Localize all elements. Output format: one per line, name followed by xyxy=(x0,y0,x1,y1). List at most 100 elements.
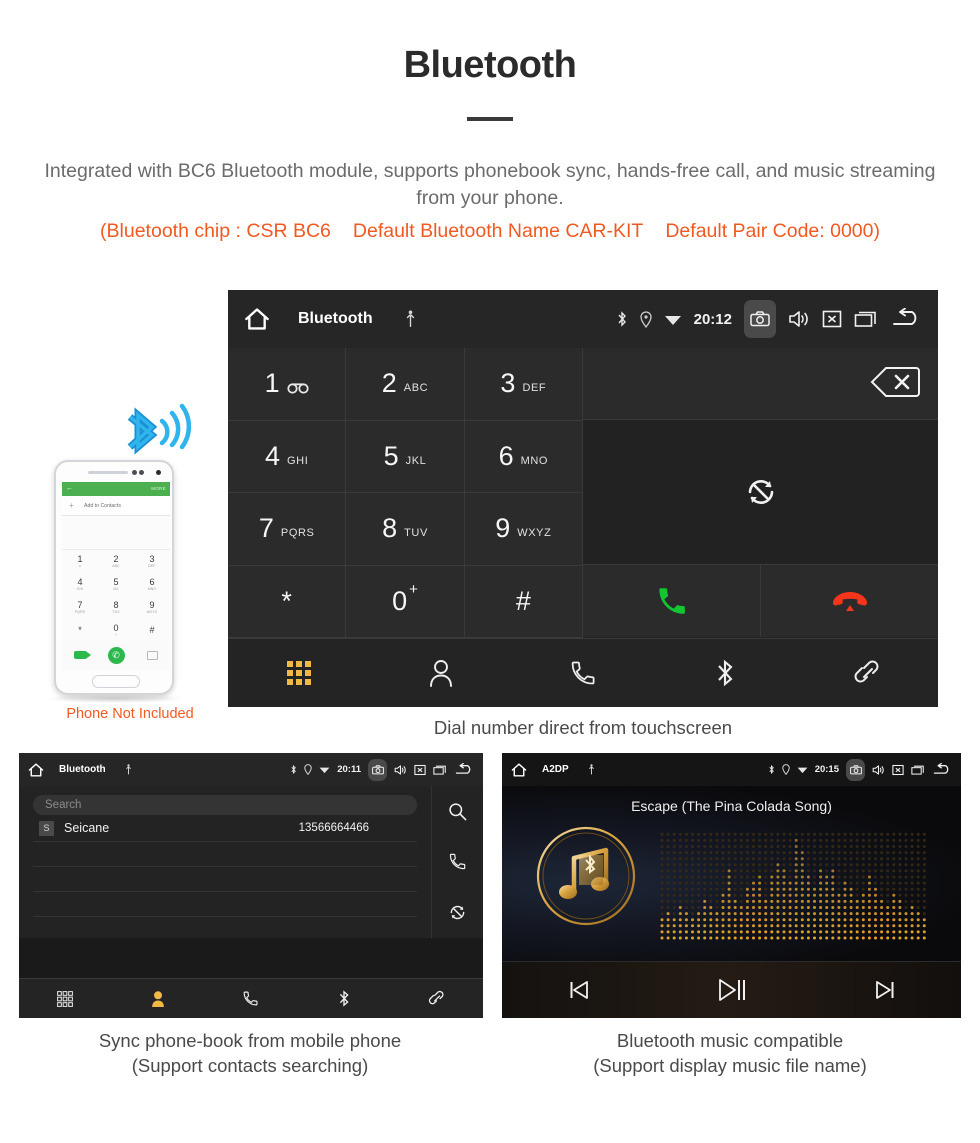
search-input[interactable]: Search xyxy=(33,795,417,815)
phone-key: 0 + xyxy=(113,623,119,638)
nav-call-log[interactable] xyxy=(205,990,298,1007)
back-icon[interactable] xyxy=(890,308,924,330)
close-box-icon[interactable] xyxy=(822,309,842,329)
dialer-keypad-area: 1 2 ABC 3 DEF 4 GHI 5 JKL 6 MNO 7 PQRS 8 TUV 9W… xyxy=(228,348,938,638)
recents-icon[interactable] xyxy=(911,764,925,776)
call-icon[interactable] xyxy=(448,852,467,871)
phone-handset-icon xyxy=(571,661,595,685)
key-3[interactable]: 3 DEF xyxy=(464,348,583,421)
page-title: Bluetooth xyxy=(403,44,577,86)
phone-sensor-2 xyxy=(139,469,144,475)
key-digit: 3 xyxy=(500,368,516,399)
bluetooth-wireless-icon xyxy=(127,403,192,455)
contacts-side-actions xyxy=(431,786,483,938)
nav-contacts[interactable] xyxy=(370,659,512,687)
voicemail-icon xyxy=(287,383,309,394)
key-plus: + xyxy=(409,580,418,598)
dialer-clock: 20:12 xyxy=(693,310,732,328)
key-digit: 5 xyxy=(383,440,399,471)
music-status-bar: A2DP 20:15 xyxy=(502,753,961,786)
key-6[interactable]: 6 MNO xyxy=(464,420,583,493)
nav-link[interactable] xyxy=(796,658,938,688)
camera-button[interactable] xyxy=(368,758,387,781)
nav-keypad[interactable] xyxy=(228,660,370,686)
phone-key: 3 DEF xyxy=(148,554,156,569)
phone-key: 8 TUV xyxy=(112,600,120,615)
bluetooth-icon xyxy=(618,311,626,327)
nav-keypad[interactable] xyxy=(19,990,112,1007)
phone-number-area xyxy=(62,516,170,550)
key-hash[interactable]: # xyxy=(464,565,583,638)
key-7[interactable]: 7 PQRS xyxy=(228,493,347,566)
home-icon[interactable] xyxy=(242,306,272,332)
call-icon xyxy=(658,588,685,614)
key-digit: 6 xyxy=(498,440,514,471)
nav-call-log[interactable] xyxy=(512,659,654,687)
volume-icon[interactable] xyxy=(788,309,810,329)
keypad-icon xyxy=(287,661,311,685)
nav-link[interactable] xyxy=(390,989,483,1008)
key-1[interactable]: 1 xyxy=(228,348,347,421)
back-icon[interactable] xyxy=(932,762,953,777)
key-0[interactable]: 0 + xyxy=(346,565,465,638)
home-icon[interactable] xyxy=(510,762,528,778)
search-icon[interactable] xyxy=(448,802,467,821)
volume-icon[interactable] xyxy=(872,764,885,776)
key-4[interactable]: 4 GHI xyxy=(228,420,347,493)
table-row[interactable]: S Seicane 13566664466 xyxy=(33,815,417,842)
home-icon[interactable] xyxy=(27,762,45,778)
location-icon xyxy=(781,764,790,775)
hangup-button[interactable] xyxy=(761,565,938,637)
dialer-keypad: 1 2 ABC 3 DEF 4 GHI 5 JKL 6 MNO 7 PQRS 8 TUV 9W… xyxy=(228,348,583,638)
back-icon[interactable] xyxy=(454,762,475,777)
volume-icon[interactable] xyxy=(394,764,407,776)
person-icon xyxy=(152,990,165,1007)
phone-not-included-label: Phone Not Included xyxy=(66,706,194,722)
usb-icon xyxy=(588,764,594,775)
key-8[interactable]: 8 TUV xyxy=(346,493,465,566)
nav-contacts[interactable] xyxy=(112,990,205,1008)
contacts-title: Bluetooth xyxy=(59,764,106,775)
phone-home-button xyxy=(92,675,140,688)
key-digit: 9 xyxy=(495,513,511,544)
music-status-icons: 20:15 xyxy=(761,758,953,781)
phone-key: 5 JKL xyxy=(112,577,120,592)
key-9[interactable]: 9 WXYZ xyxy=(464,493,583,566)
key-letters: GHI xyxy=(287,454,309,467)
phone-more-label: MORE xyxy=(151,486,166,491)
previous-button[interactable] xyxy=(502,978,655,1002)
key-5[interactable]: 5 JKL xyxy=(346,420,465,493)
contacts-status-icons: 20:11 xyxy=(283,758,475,781)
phone-key: # xyxy=(149,625,155,635)
phone-front-camera xyxy=(156,469,161,475)
phone-keyboard-icon xyxy=(146,650,158,660)
recents-icon[interactable] xyxy=(854,309,878,329)
recents-icon[interactable] xyxy=(433,764,447,776)
transfer-call-icon[interactable] xyxy=(744,475,778,509)
key-2[interactable]: 2 ABC xyxy=(346,348,465,421)
close-box-icon[interactable] xyxy=(414,764,426,776)
link-icon xyxy=(428,990,444,1005)
close-box-icon[interactable] xyxy=(892,764,904,776)
nav-bluetooth[interactable] xyxy=(297,989,390,1008)
key-digit: 1 xyxy=(264,368,280,399)
hangup-icon xyxy=(832,592,867,611)
next-button[interactable] xyxy=(808,978,961,1002)
contacts-navbar xyxy=(19,978,483,1018)
phone-keypad: 1 ∞ 2 ABC 3 DEF 4 GHI 5 JKL 6 MNO 7 PQRS 8 TUV 9… xyxy=(62,550,170,642)
phone-shadow xyxy=(44,694,184,703)
number-display-row xyxy=(583,348,938,420)
backspace-icon[interactable] xyxy=(870,366,920,398)
bluetooth-feature-page: Bluetooth Integrated with BC6 Bluetooth … xyxy=(0,0,980,1143)
sync-icon[interactable] xyxy=(448,903,467,922)
camera-button[interactable] xyxy=(744,300,776,338)
call-button[interactable] xyxy=(583,565,761,637)
camera-button[interactable] xyxy=(846,758,865,781)
play-pause-button[interactable] xyxy=(655,977,808,1003)
key-digit: 2 xyxy=(381,368,397,399)
key-star[interactable]: * xyxy=(228,565,347,638)
bluetooth-icon xyxy=(291,764,297,775)
phone-videocall-icon xyxy=(73,651,91,659)
nav-bluetooth[interactable] xyxy=(654,658,796,688)
music-body: Escape (The Pina Colada Song) xyxy=(502,786,961,961)
